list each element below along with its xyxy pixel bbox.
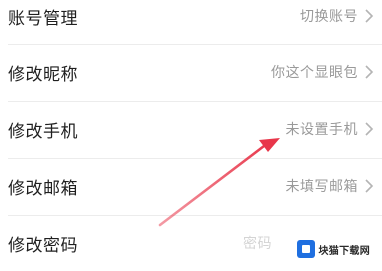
row-value: 切换账号 [300, 9, 358, 25]
watermark-text: 块猫下载网 [318, 245, 370, 257]
row-label: 账号管理 [8, 8, 78, 29]
site-watermark: 块猫下载网 [292, 236, 376, 262]
chevron-right-icon [365, 122, 374, 136]
edit-nickname-row[interactable]: 修改昵称 你这个显眼包 [0, 44, 382, 100]
watermark-logo-icon [296, 240, 315, 258]
chevron-right-icon [365, 179, 374, 193]
chevron-right-icon [365, 9, 374, 23]
chevron-right-icon [365, 65, 374, 79]
row-label: 修改邮箱 [8, 178, 78, 199]
row-label: 修改手机 [8, 121, 78, 142]
row-label: 修改密码 [8, 235, 78, 256]
row-value: 你这个显眼包 [271, 65, 358, 81]
row-value: 未设置手机 [285, 122, 358, 138]
row-label: 修改昵称 [8, 64, 78, 85]
row-value: 密码 [243, 236, 272, 252]
edit-phone-row[interactable]: 修改手机 未设置手机 [0, 101, 382, 157]
account-management-row[interactable]: 账号管理 切换账号 [0, 0, 382, 44]
edit-email-row[interactable]: 修改邮箱 未填写邮箱 [0, 158, 382, 214]
row-value: 未填写邮箱 [285, 179, 358, 195]
